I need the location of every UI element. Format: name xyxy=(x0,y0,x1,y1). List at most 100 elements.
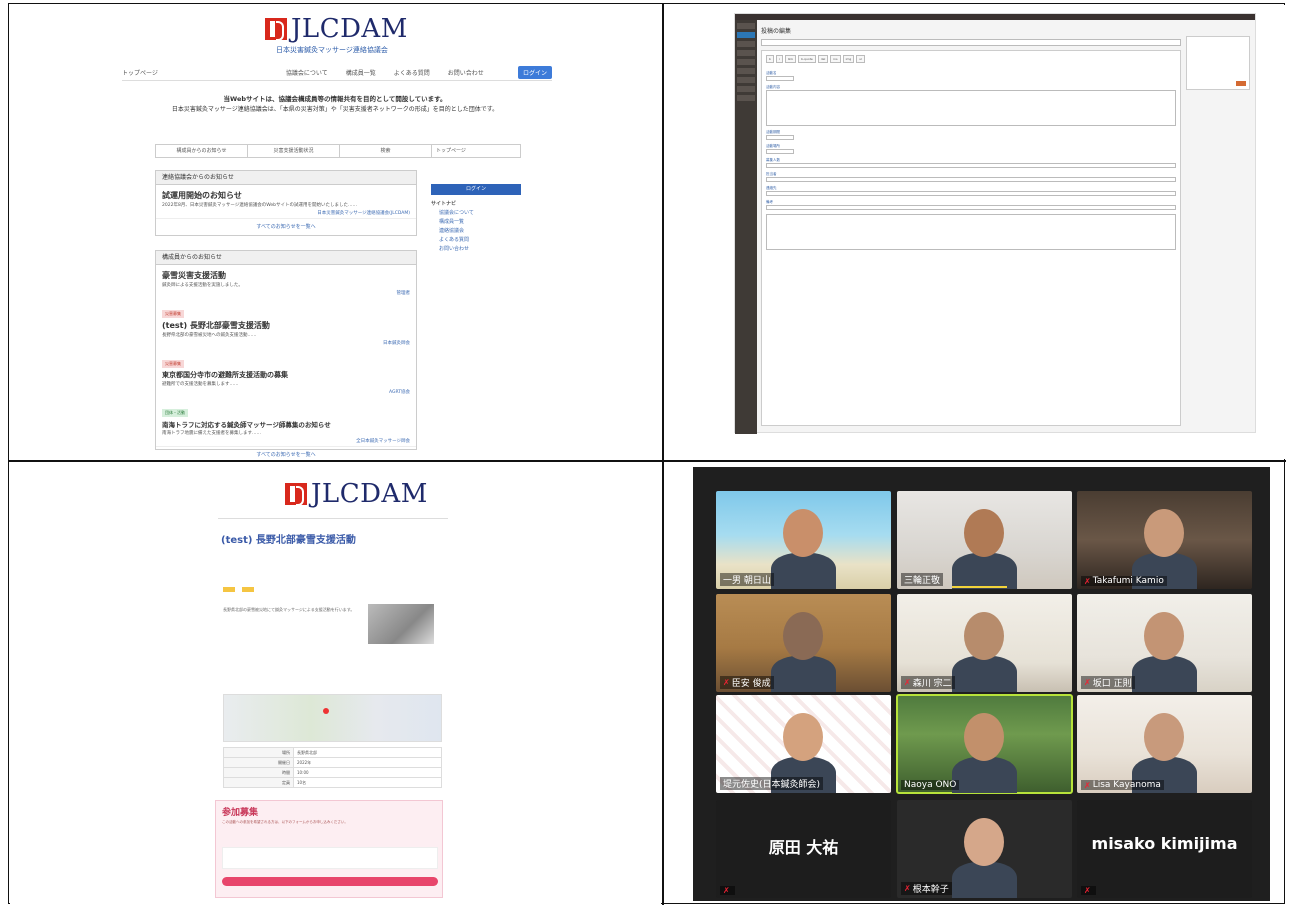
nav-contact[interactable]: お問い合わせ xyxy=(448,68,484,77)
sidebar-top-link[interactable]: トップページ xyxy=(431,144,521,158)
field-select[interactable] xyxy=(766,149,794,154)
post-title[interactable]: 豪雪災害支援活動 xyxy=(156,265,416,282)
participant-name: 一男 朝日山 xyxy=(723,576,771,586)
participant-body xyxy=(771,553,836,589)
participant-tile[interactable]: ✗ 臣安 俊成 xyxy=(716,594,891,692)
participant-tile[interactable]: ✗ Takafumi Kamio xyxy=(1077,491,1252,589)
sidebar-link[interactable]: 協議会について xyxy=(431,209,521,218)
site-logo[interactable]: JLCDAM xyxy=(265,14,408,44)
tag-button[interactable]: del xyxy=(817,55,829,63)
sidebar-link[interactable]: 連絡協議会 xyxy=(431,227,521,236)
tab-member-notices[interactable]: 構成員からのお知らせ xyxy=(156,145,248,157)
participant-tile[interactable]: Naoya ONO xyxy=(896,694,1073,794)
apply-button[interactable] xyxy=(222,877,438,886)
post-title[interactable]: 南海トラフに対応する鍼灸師マッサージ師募集のお知らせ xyxy=(156,418,416,430)
participant-tile[interactable]: 一男 朝日山 xyxy=(716,491,891,589)
category-tag xyxy=(223,587,235,592)
intro-text: 当Webサイトは、協議会構成員等の情報共有を目的として開設しています。 日本災害… xyxy=(70,94,600,115)
intro-title: 当Webサイトは、協議会構成員等の情報共有を目的として開設しています。 xyxy=(223,95,447,103)
field-input[interactable] xyxy=(766,191,1176,196)
all-notices-link[interactable]: すべてのお知らせを一覧へ xyxy=(156,218,416,234)
participant-name: Lisa Kayanoma xyxy=(1092,780,1161,790)
participant-name: 堤元佐史(日本鍼灸師会) xyxy=(723,780,821,790)
join-form-field[interactable] xyxy=(222,847,438,869)
field-input[interactable] xyxy=(766,205,1176,210)
participant-name: 坂口 正則 xyxy=(1092,679,1132,689)
post-title[interactable]: (test) 長野北部豪雪支援活動 xyxy=(156,319,416,332)
nav-divider xyxy=(218,518,448,519)
field-label: 活動場所 xyxy=(766,144,780,148)
logo-subtitle: 日本災害鍼灸マッサージ連絡協議会 xyxy=(276,46,388,54)
field-textarea[interactable] xyxy=(766,90,1176,126)
tag-button[interactable]: b-quote xyxy=(798,55,816,63)
event-title: (test) 長野北部豪雪支援活動 xyxy=(221,535,356,546)
participant-name: Takafumi Kamio xyxy=(1092,576,1164,586)
field-select[interactable] xyxy=(766,135,794,140)
notice-author[interactable]: 日本災害鍼灸マッサージ連絡協議会(JLCDAM) xyxy=(317,210,410,216)
publish-button[interactable] xyxy=(1236,81,1246,86)
participant-name-label: ✗ Lisa Kayanoma xyxy=(1081,780,1164,790)
post-title-input[interactable] xyxy=(761,39,1181,46)
sidebar-login-button[interactable]: ログイン xyxy=(431,184,521,195)
sidebar-link[interactable]: 構成員一覧 xyxy=(431,218,521,227)
participant-tile[interactable]: 堤元佐史(日本鍼灸師会) xyxy=(716,695,891,793)
tag-button[interactable]: ul xyxy=(856,55,866,63)
participant-tile[interactable]: misako kimijima ✗ xyxy=(1077,800,1252,898)
post-title[interactable]: 東京都国分寺市の避難所支援活動の募集 xyxy=(156,369,416,381)
field-input[interactable] xyxy=(766,163,1176,168)
participant-body xyxy=(771,656,836,692)
post-author[interactable]: 日本鍼灸師会 xyxy=(383,340,410,346)
all-posts-link[interactable]: すべてのお知らせを一覧へ xyxy=(156,446,416,459)
event-tags xyxy=(223,577,256,596)
mic-muted-icon: ✗ xyxy=(723,886,730,895)
sidebar-nav-title: サイトナビ xyxy=(431,201,457,207)
field-select[interactable] xyxy=(766,76,794,81)
sidebar-link[interactable]: よくある質問 xyxy=(431,236,521,245)
post-author[interactable]: 管理者 xyxy=(397,290,411,296)
event-map[interactable] xyxy=(223,694,442,742)
participant-name: Naoya ONO xyxy=(904,780,957,790)
participant-face xyxy=(783,713,823,761)
post-author[interactable]: AGRT協会 xyxy=(389,389,410,395)
mic-muted-icon: ✗ xyxy=(1084,678,1091,687)
participant-name: 根本幹子 xyxy=(912,885,949,895)
field-textarea[interactable] xyxy=(766,214,1176,250)
participant-tile[interactable]: ✗ 根本幹子 xyxy=(897,800,1072,898)
participant-body xyxy=(952,757,1017,793)
nav-faq[interactable]: よくある質問 xyxy=(394,68,430,77)
table-row: 開催日 2022年 xyxy=(223,757,442,768)
participant-tile[interactable]: 原田 大祐 ✗ xyxy=(716,800,891,898)
tag-button[interactable]: img xyxy=(842,55,855,63)
join-recruitment-box: 参加募集 この活動への参加を希望される方は、以下のフォームからお申し込みください… xyxy=(215,800,443,898)
participant-tile[interactable]: ✗ 坂口 正則 xyxy=(1077,594,1252,692)
mic-muted-icon: ✗ xyxy=(1084,886,1091,895)
list-item[interactable]: 災害募集 (test) 長野北部豪雪支援活動 長野県北部の豪雪被災地への鍼灸支援… xyxy=(156,298,416,348)
nav-login-button[interactable]: ログイン xyxy=(517,66,552,79)
list-item[interactable]: 団体・活動 南海トラフに対応する鍼灸師マッサージ師募集のお知らせ 南海トラフ地震… xyxy=(156,397,416,446)
table-row: 時間 10:00 xyxy=(223,767,442,778)
tag-button[interactable]: i xyxy=(775,55,783,63)
participant-name-placeholder: misako kimijima xyxy=(1091,834,1238,853)
nav-about[interactable]: 協議会について xyxy=(286,68,328,77)
tag-button[interactable]: link xyxy=(784,55,797,63)
notice-title[interactable]: 試運用開始のお知らせ xyxy=(156,185,416,202)
participant-tile[interactable]: ✗ 森川 宗二 xyxy=(897,594,1072,692)
participant-face xyxy=(1144,713,1184,761)
nav-home[interactable]: トップページ xyxy=(122,68,158,77)
event-photo xyxy=(368,604,434,644)
tab-activity-status[interactable]: 災害支援活動状況 xyxy=(248,145,340,157)
nav-members[interactable]: 構成員一覧 xyxy=(346,68,376,77)
tag-button[interactable]: ins xyxy=(830,55,841,63)
table-value: 2022年 xyxy=(293,757,442,768)
sidebar-link[interactable]: お問い合わせ xyxy=(431,245,521,254)
join-text: この活動への参加を希望される方は、以下のフォームからお申し込みください。 xyxy=(222,820,348,824)
tab-search[interactable]: 検索 xyxy=(340,145,431,157)
participant-tile[interactable]: 三輪正敬 xyxy=(897,491,1072,589)
site-logo[interactable]: JLCDAM xyxy=(285,479,428,509)
participant-tile[interactable]: ✗ Lisa Kayanoma xyxy=(1077,695,1252,793)
list-item[interactable]: 災害募集 東京都国分寺市の避難所支援活動の募集 避難所での支援活動を募集します…… xyxy=(156,348,416,397)
post-author[interactable]: 全日本鍼灸マッサージ師会 xyxy=(356,438,410,444)
field-input[interactable] xyxy=(766,177,1176,182)
tag-button[interactable]: b xyxy=(766,55,774,63)
list-item[interactable]: 豪雪災害支援活動 鍼灸師による支援活動を実施しました。 管理者 xyxy=(156,265,416,298)
